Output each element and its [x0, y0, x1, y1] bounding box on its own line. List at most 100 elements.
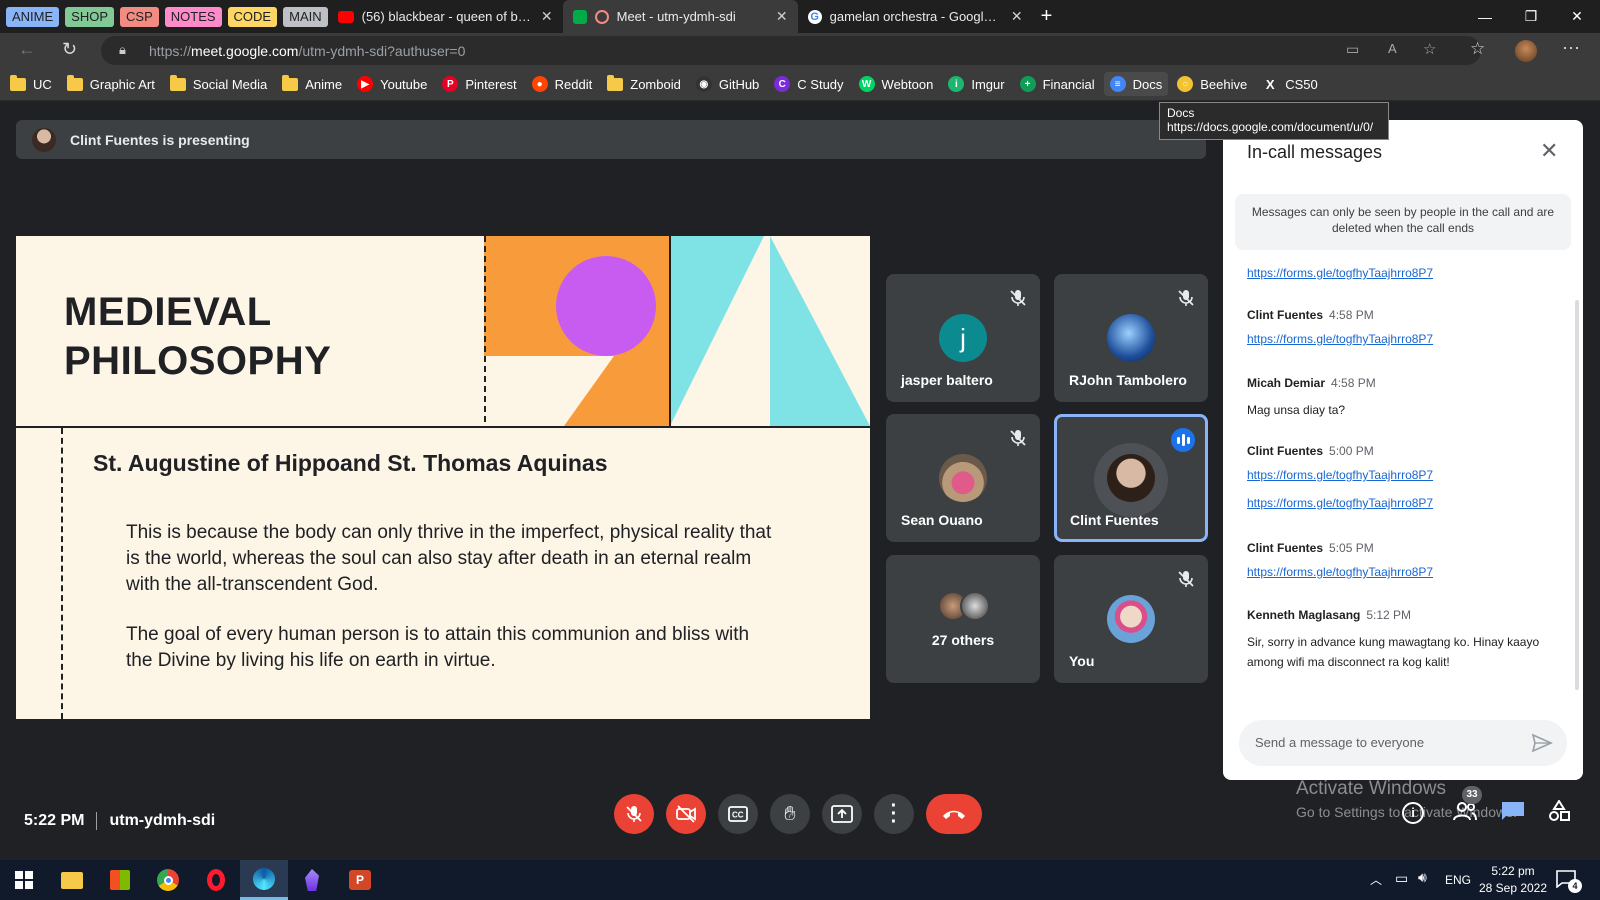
bookmark-zomboid[interactable]: Zomboid: [607, 74, 681, 92]
message-time: 4:58 PM: [1329, 308, 1374, 322]
recording-icon: [594, 9, 609, 24]
chat-link[interactable]: https://forms.gle/togfhyTaajhrro8P7: [1247, 266, 1433, 280]
chat-scrollbar[interactable]: [1575, 300, 1579, 690]
bookmark-anime[interactable]: Anime: [282, 74, 342, 92]
participant-tile[interactable]: Sean Ouano: [886, 414, 1040, 542]
lock-icon: 🔒︎: [119, 42, 126, 57]
others-tile[interactable]: 27 others: [886, 555, 1040, 683]
bookmark-pinterest[interactable]: P Pinterest: [442, 76, 517, 92]
camera-blocked-icon[interactable]: ▭: [1346, 41, 1359, 58]
bookmark-cs50[interactable]: X CS50: [1262, 76, 1318, 92]
reload-icon[interactable]: ↻: [62, 39, 77, 60]
message-time: 4:58 PM: [1331, 376, 1376, 390]
presenting-label: Clint Fuentes is presenting: [70, 131, 250, 148]
bookmark-youtube[interactable]: ▶ Youtube: [357, 76, 427, 92]
bookmark-reddit[interactable]: ● Reddit: [531, 76, 592, 92]
back-icon[interactable]: ←: [18, 39, 36, 60]
close-icon[interactable]: ✕: [541, 8, 553, 25]
favorites-icon[interactable]: ☆: [1470, 39, 1485, 59]
github-icon: ◉: [695, 76, 712, 92]
minimize-icon[interactable]: —: [1462, 0, 1508, 33]
powerpoint-icon: P: [349, 870, 371, 890]
meeting-details-button[interactable]: i: [1402, 802, 1424, 824]
chat-link[interactable]: https://forms.gle/togfhyTaajhrro8P7: [1247, 332, 1567, 346]
youtube-icon: ▶: [357, 76, 374, 92]
edge-button[interactable]: [240, 860, 288, 900]
send-icon[interactable]: [1531, 733, 1553, 753]
close-icon[interactable]: ✕: [776, 8, 788, 25]
bookmark-docs[interactable]: ≡ Docs: [1103, 72, 1169, 96]
tab-group-main[interactable]: MAIN: [283, 6, 328, 27]
participant-tile[interactable]: j jasper baltero: [886, 274, 1040, 402]
bookmark-github[interactable]: ◉ GitHub: [695, 76, 759, 92]
read-aloud-icon[interactable]: A: [1388, 41, 1397, 56]
tab-group-anime[interactable]: ANIME: [6, 6, 60, 27]
tab-group-csp[interactable]: CSP: [120, 6, 159, 27]
clock[interactable]: 5:22 pm 28 Sep 2022: [1478, 863, 1548, 897]
people-button[interactable]: 33: [1452, 786, 1482, 827]
store-button[interactable]: [96, 860, 144, 900]
close-icon[interactable]: ✕: [1011, 8, 1023, 25]
close-window-icon[interactable]: ✕: [1554, 0, 1600, 33]
bookmark-beehive[interactable]: ○ Beehive: [1177, 76, 1247, 92]
bookmark-uc[interactable]: UC: [10, 74, 52, 92]
tab-google-search[interactable]: G gamelan orchestra - Google Sear ✕: [798, 0, 1033, 33]
tab-group-code[interactable]: CODE: [227, 6, 278, 27]
notifications-button[interactable]: 4: [1556, 870, 1582, 893]
tray-overflow-icon[interactable]: ︿: [1370, 871, 1382, 888]
bookmark-social-media[interactable]: Social Media: [169, 74, 267, 92]
start-button[interactable]: [0, 860, 48, 900]
tab-group-shop[interactable]: SHOP: [65, 6, 115, 27]
reddit-icon: ●: [531, 76, 548, 92]
chrome-button[interactable]: [144, 860, 192, 900]
meet-icon: [572, 9, 587, 24]
language-indicator[interactable]: ENG: [1445, 873, 1471, 887]
url-path: /utm-ydmh-sdi?authuser=0: [298, 43, 466, 59]
favorite-add-icon[interactable]: ☆: [1423, 40, 1436, 58]
bookmark-financial[interactable]: + Financial: [1019, 76, 1095, 92]
network-icon[interactable]: ▭: [1395, 870, 1408, 887]
participant-tile-active-speaker[interactable]: Clint Fuentes: [1054, 414, 1208, 542]
bookmark-label: Webtoon: [881, 76, 934, 92]
address-bar[interactable]: 🔒︎ https://meet.google.com/utm-ydmh-sdi?…: [101, 36, 1481, 65]
chat-link[interactable]: https://forms.gle/togfhyTaajhrro8P7: [1247, 496, 1567, 510]
participant-name: jasper baltero: [901, 372, 993, 388]
url-host: meet.google.com: [191, 43, 299, 59]
close-icon[interactable]: ✕: [1540, 138, 1558, 164]
powerpoint-button[interactable]: P: [336, 860, 384, 900]
chat-link[interactable]: https://forms.gle/togfhyTaajhrro8P7: [1247, 468, 1567, 482]
presenting-bar: Clint Fuentes is presenting: [16, 120, 1206, 159]
participant-tile[interactable]: RJohn Tambolero: [1054, 274, 1208, 402]
chat-button[interactable]: [1500, 800, 1526, 827]
activities-button[interactable]: [1548, 799, 1570, 827]
more-options-button[interactable]: · · ·: [874, 794, 914, 834]
tab-meet[interactable]: Meet - utm-ydmh-sdi ✕: [562, 0, 798, 33]
mic-toggle-button[interactable]: [614, 794, 654, 834]
chat-input[interactable]: Send a message to everyone: [1239, 720, 1567, 766]
leave-call-button[interactable]: [926, 794, 982, 834]
folder-icon: [61, 871, 83, 889]
more-menu-icon[interactable]: ···: [1562, 37, 1580, 58]
captions-button[interactable]: CC: [718, 794, 758, 834]
bookmark-webtoon[interactable]: W Webtoon: [858, 76, 934, 92]
bookmark-label: Beehive: [1200, 76, 1248, 92]
camera-toggle-button[interactable]: [666, 794, 706, 834]
opera-button[interactable]: [192, 860, 240, 900]
file-explorer-button[interactable]: [48, 860, 96, 900]
bookmark-imgur[interactable]: i Imgur: [948, 76, 1005, 92]
bookmark-c-study[interactable]: C C Study: [774, 76, 844, 92]
obsidian-button[interactable]: [288, 860, 336, 900]
avatar[interactable]: [1515, 40, 1537, 62]
present-button[interactable]: [822, 794, 862, 834]
volume-icon[interactable]: 🔊︎: [1418, 869, 1427, 886]
chat-link[interactable]: https://forms.gle/togfhyTaajhrro8P7: [1247, 565, 1567, 579]
self-tile[interactable]: You: [1054, 555, 1208, 683]
pinterest-icon: P: [442, 76, 459, 92]
tab-youtube[interactable]: (56) blackbear - queen of broken ✕: [328, 0, 563, 33]
message-sender: Clint Fuentes: [1247, 444, 1324, 458]
raise-hand-button[interactable]: ✋︎: [770, 794, 810, 834]
tab-group-notes[interactable]: NOTES: [164, 6, 222, 27]
maximize-icon[interactable]: ❐: [1508, 0, 1554, 33]
new-tab-icon[interactable]: +: [1041, 5, 1053, 28]
bookmark-graphic-art[interactable]: Graphic Art: [66, 74, 155, 92]
